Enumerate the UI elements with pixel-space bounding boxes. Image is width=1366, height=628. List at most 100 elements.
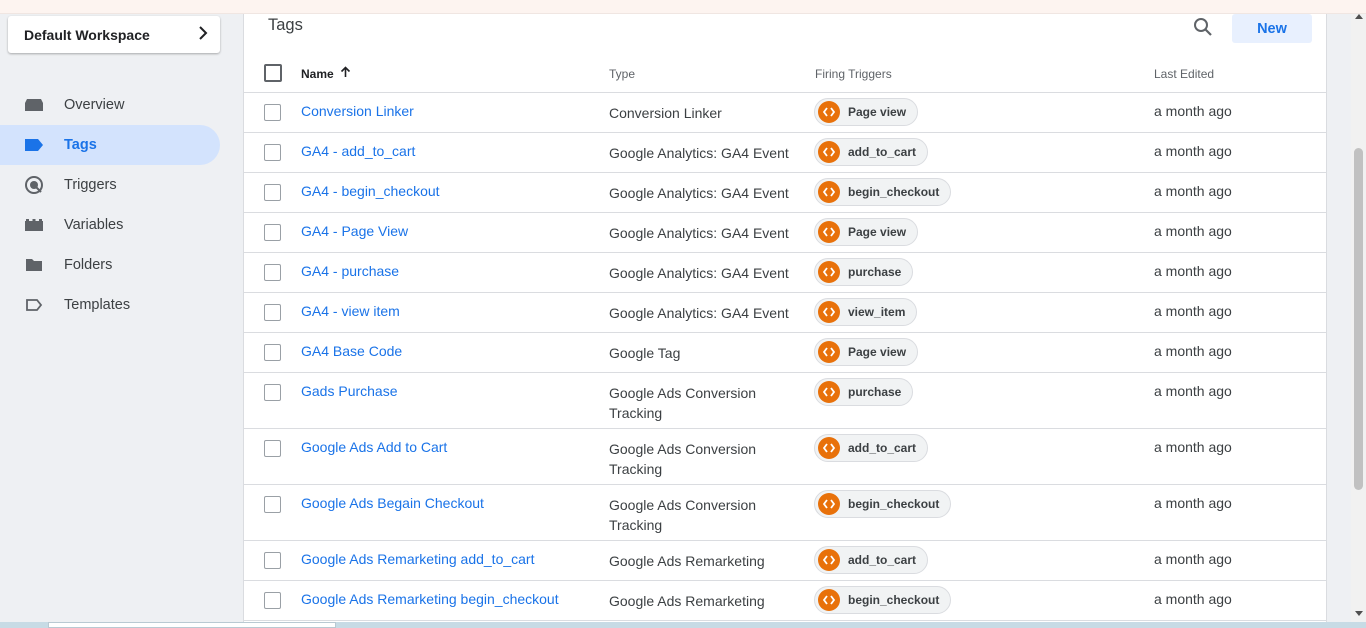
table-row: Google Ads Add to Cart Google Ads Conver… (244, 429, 1326, 485)
trigger-chip-label: add_to_cart (848, 145, 917, 159)
table-row: GA4 - Page View Google Analytics: GA4 Ev… (244, 213, 1326, 253)
sidebar-item-triggers[interactable]: Triggers (0, 165, 220, 205)
last-edited: a month ago (1154, 103, 1232, 119)
trigger-chip[interactable]: begin_checkout (814, 178, 952, 206)
table-row: Google Ads Remarketing add_to_cart Googl… (244, 541, 1326, 581)
tag-name-link[interactable]: GA4 - Page View (301, 223, 408, 239)
tag-name-link[interactable]: Google Ads Remarketing begin_checkout (301, 591, 559, 607)
trigger-chip[interactable]: add_to_cart (814, 434, 929, 462)
tag-name-link[interactable]: GA4 - add_to_cart (301, 143, 415, 159)
trigger-chip[interactable]: begin_checkout (814, 490, 952, 518)
table-row: GA4 Base Code Google Tag Page view a mon… (244, 333, 1326, 373)
tag-type: Google Ads Remarketing (609, 553, 765, 569)
row-checkbox[interactable] (264, 264, 281, 281)
trigger-code-icon (818, 261, 840, 283)
sidebar-item-label: Variables (64, 217, 124, 233)
scroll-down-arrow-icon[interactable] (1355, 611, 1363, 616)
sidebar-item-folders[interactable]: Folders (0, 245, 220, 285)
column-header-last-edited[interactable]: Last Edited (1154, 67, 1214, 81)
table-row: GA4 - begin_checkout Google Analytics: G… (244, 173, 1326, 213)
trigger-chip[interactable]: begin_checkout (814, 586, 952, 614)
trigger-chip[interactable]: add_to_cart (814, 138, 929, 166)
row-checkbox[interactable] (264, 592, 281, 609)
sidebar-item-overview[interactable]: Overview (0, 85, 220, 125)
trigger-code-icon (818, 101, 840, 123)
sidebar-item-label: Templates (64, 297, 131, 313)
sidebar-item-templates[interactable]: Templates (0, 285, 220, 325)
sidebar-item-label: Tags (64, 137, 97, 153)
tags-table: Conversion Linker Conversion Linker Page… (244, 93, 1326, 621)
trigger-chip-label: Page view (848, 345, 907, 359)
tag-type: Google Ads Conversion Tracking (609, 497, 757, 533)
trigger-chip[interactable]: add_to_cart (814, 546, 929, 574)
tag-type: Google Analytics: GA4 Event (609, 305, 789, 321)
search-button[interactable] (1190, 16, 1216, 38)
trigger-chip[interactable]: purchase (814, 378, 914, 406)
tag-type: Google Tag (609, 345, 681, 361)
tag-name-link[interactable]: GA4 - purchase (301, 263, 399, 279)
trigger-chip[interactable]: Page view (814, 98, 919, 126)
overview-icon (24, 95, 44, 115)
tag-name-link[interactable]: Google Ads Begain Checkout (301, 495, 484, 511)
row-checkbox[interactable] (264, 224, 281, 241)
sidebar-item-variables[interactable]: Variables (0, 205, 220, 245)
trigger-chip[interactable]: purchase (814, 258, 914, 286)
tag-name-link[interactable]: Google Ads Add to Cart (301, 439, 447, 455)
trigger-chip[interactable]: Page view (814, 338, 919, 366)
column-header-triggers[interactable]: Firing Triggers (815, 67, 892, 81)
top-banner (0, 0, 1366, 14)
row-checkbox[interactable] (264, 184, 281, 201)
trigger-chip-label: begin_checkout (848, 497, 940, 511)
trigger-chip-label: begin_checkout (848, 185, 940, 199)
scrollbar-thumb[interactable] (1354, 148, 1363, 490)
tag-name-link[interactable]: GA4 - view item (301, 303, 400, 319)
column-header-label: Name (301, 66, 334, 81)
trigger-chip[interactable]: Page view (814, 218, 919, 246)
column-header-type[interactable]: Type (609, 67, 635, 81)
table-row: GA4 - purchase Google Analytics: GA4 Eve… (244, 253, 1326, 293)
sidebar-item-tags[interactable]: Tags (0, 125, 220, 165)
row-checkbox[interactable] (264, 304, 281, 321)
last-edited: a month ago (1154, 303, 1232, 319)
row-checkbox[interactable] (264, 144, 281, 161)
tag-type: Google Ads Conversion Tracking (609, 385, 757, 421)
tag-type: Google Ads Conversion Tracking (609, 441, 757, 477)
tag-name-link[interactable]: Gads Purchase (301, 383, 398, 399)
tag-name-link[interactable]: GA4 - begin_checkout (301, 183, 440, 199)
table-header: Name Type Firing Triggers Last Edited (244, 54, 1326, 93)
row-checkbox[interactable] (264, 384, 281, 401)
select-all-checkbox[interactable] (264, 64, 282, 82)
last-edited: a month ago (1154, 551, 1232, 567)
trigger-chip-label: Page view (848, 105, 907, 119)
row-checkbox[interactable] (264, 440, 281, 457)
row-checkbox[interactable] (264, 496, 281, 513)
trigger-code-icon (818, 181, 840, 203)
new-tag-button[interactable]: New (1232, 14, 1312, 43)
template-icon (24, 295, 44, 315)
last-edited: a month ago (1154, 495, 1232, 511)
column-header-name[interactable]: Name (301, 66, 351, 81)
variables-icon (24, 215, 44, 235)
trigger-chip-label: add_to_cart (848, 553, 917, 567)
tag-name-link[interactable]: GA4 Base Code (301, 343, 402, 359)
tag-type: Google Analytics: GA4 Event (609, 265, 789, 281)
chevron-right-icon (198, 25, 208, 44)
bottom-bar-segment (48, 622, 336, 628)
row-checkbox[interactable] (264, 344, 281, 361)
tags-panel: Tags New Name Type Firing Triggers Last … (243, 14, 1327, 622)
tag-name-link[interactable]: Google Ads Remarketing add_to_cart (301, 551, 534, 567)
row-checkbox[interactable] (264, 104, 281, 121)
last-edited: a month ago (1154, 143, 1232, 159)
last-edited: a month ago (1154, 343, 1232, 359)
workspace-selector[interactable]: Default Workspace (8, 16, 220, 53)
folder-icon (24, 255, 44, 275)
trigger-chip[interactable]: view_item (814, 298, 918, 326)
row-checkbox[interactable] (264, 552, 281, 569)
scroll-up-arrow-icon[interactable] (1355, 14, 1363, 19)
trigger-code-icon (818, 301, 840, 323)
vertical-scrollbar[interactable] (1351, 14, 1366, 622)
tag-name-link[interactable]: Conversion Linker (301, 103, 414, 119)
trigger-icon (24, 175, 44, 195)
table-row: Conversion Linker Conversion Linker Page… (244, 93, 1326, 133)
last-edited: a month ago (1154, 383, 1232, 399)
